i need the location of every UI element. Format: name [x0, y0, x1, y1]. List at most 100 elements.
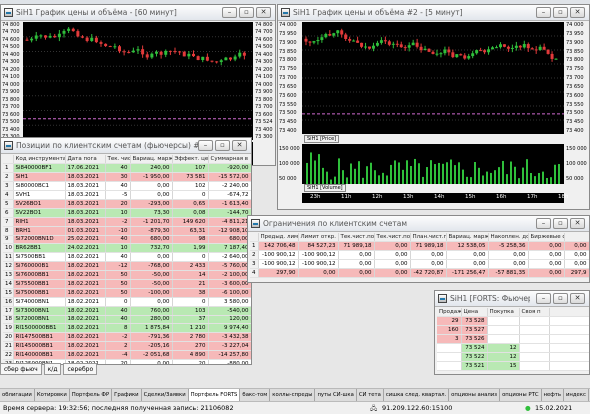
column-header[interactable]: Вариац. маржа — [130, 155, 173, 165]
close-button[interactable]: ✕ — [232, 140, 247, 151]
price-chart[interactable] — [302, 22, 564, 134]
close-button[interactable]: ✕ — [570, 218, 585, 229]
workspace-tab[interactable]: Сделки/Заявки — [142, 389, 189, 401]
table-row[interactable]: 6 SV22BO1 18.03.2021 10 73,30 0,08 -144,70 — [3, 208, 251, 218]
column-header[interactable]: Вариац. маржа — [446, 233, 489, 243]
minimize-button[interactable]: – — [536, 218, 551, 229]
column-header[interactable]: Тек. чист. — [105, 155, 131, 165]
tab-silver[interactable]: серебро — [63, 363, 98, 375]
table-row[interactable]: 20 RI147500BB1 18.02.2021 -2 -791,36 2 780 -3 … — [3, 332, 251, 343]
table-row[interactable]: 1 Si840000BF1 17.06.2021 40 240,00 107 -920,00 — [3, 163, 251, 174]
minimize-button[interactable]: – — [536, 293, 551, 304]
column-header[interactable]: План.чист.поз. — [410, 233, 447, 243]
table-row[interactable]: 160 73 527 — [437, 325, 589, 336]
column-header[interactable]: Накоплен. доход — [488, 233, 529, 243]
maximize-button[interactable]: ▫ — [553, 7, 568, 18]
table-row[interactable]: 16 Si74000BN1 18.02.2021 0 0,00 0 3 580,00 — [3, 297, 251, 307]
column-header[interactable]: Цена — [461, 308, 488, 318]
minimize-button[interactable]: – — [222, 7, 237, 18]
table-row[interactable]: 22 RI140000BB1 18.02.2021 -4 -2 051,68 4 890-… — [3, 350, 251, 360]
close-button[interactable]: ✕ — [570, 293, 585, 304]
workspace-tab[interactable]: СИ тета — [357, 389, 384, 401]
workspace-tab[interactable]: Портфель FORTS — [188, 389, 241, 401]
close-button[interactable]: ✕ — [256, 7, 271, 18]
y-tick-label: 73 750 — [566, 66, 584, 73]
table-row[interactable]: 9 Si72000BN1D 25.02.2021 40 680,00 98 680,00 — [3, 235, 251, 245]
table-row[interactable]: 18 Si72000BN1 18.02.2021 40 280,00 37 120,00 — [3, 315, 251, 325]
workspace-tab[interactable]: облигации — [0, 389, 35, 401]
positions-table[interactable]: Код инструмента Дата пога Тек. чист. Вар… — [3, 155, 251, 364]
workspace-tab[interactable]: Графики — [112, 389, 142, 401]
price-chart[interactable] — [23, 22, 253, 140]
workspace-tab[interactable]: нефть — [542, 389, 564, 401]
workspace-tab[interactable]: индекс — [564, 389, 589, 401]
workspace-tab[interactable]: опционы анализ — [449, 389, 501, 401]
table-row[interactable]: 29 73 528 — [437, 316, 589, 327]
chart-window-60min-titlebar[interactable]: SiH1 График цены и объёма - [60 минут] –… — [1, 5, 275, 21]
chart-window-5min[interactable]: SiH1 График цены и объёма #2 - [5 минут]… — [277, 4, 590, 210]
workspace-tab[interactable]: коллы-спреды — [270, 389, 316, 401]
limits-table[interactable]: Предыд. лимит Лимит откр. п Тек.чист.поз… — [250, 233, 589, 278]
table-row[interactable]: 4 297,90 0,00 0,00 0,00 -42 720,87 -171 256,47… — [250, 268, 589, 278]
maximize-button[interactable]: ▫ — [239, 7, 254, 18]
column-header[interactable]: Покупка — [487, 308, 520, 318]
chart-window-5min-titlebar[interactable]: SiH1 График цены и объёма #2 - [5 минут]… — [278, 5, 589, 21]
table-row[interactable]: 73 522 12 — [437, 352, 589, 362]
candlestick-chart — [23, 27, 253, 126]
maximize-button[interactable]: ▫ — [215, 140, 230, 151]
table-row[interactable]: 73 521 15 — [437, 361, 589, 371]
workspace-tab[interactable]: сишка след. квартал. — [384, 389, 450, 401]
minimize-button[interactable]: – — [198, 140, 213, 151]
table-row[interactable]: 10 BR62BB1 24.02.2021 10 732,70 1,99 7 187,40 — [3, 243, 251, 254]
column-header[interactable]: Дата пога — [65, 155, 106, 165]
tab-sber-fut[interactable]: сбер фьюч — [0, 363, 42, 375]
table-row[interactable]: 11 Si7500BB1 18.02.2021 40 0,00 0 -2 640,00 — [3, 252, 251, 263]
column-header[interactable]: Тек.чист.поз. ( — [374, 233, 411, 243]
table-row[interactable]: 8 BRH1 01.03.2021 -10 -879,30 63,31 -12 908,10 — [3, 226, 251, 236]
table-row[interactable]: 73 524 12 — [437, 343, 589, 353]
column-header[interactable]: Суммарная в — [208, 155, 251, 165]
positions-window-titlebar[interactable]: Позиции по клиентским счетам (фьючерсы) … — [1, 138, 251, 154]
orderbook-window[interactable]: SiH1 [FORTS: Фьючерсы] #2 – ▫ ✕ Продаж Ц… — [434, 290, 590, 375]
table-row[interactable]: 3 Si80000BC1 18.03.2021 40 0,00 102 -2 240,00 — [3, 181, 251, 192]
minimize-button[interactable]: – — [536, 7, 551, 18]
column-header[interactable]: Тек.чист.поз. — [338, 233, 375, 243]
limits-window[interactable]: Ограничения по клиентским счетам – ▫ ✕ П… — [247, 215, 590, 283]
column-header[interactable]: Продаж — [437, 308, 462, 318]
table-row[interactable]: 2 SiH1 18.03.2021 30 -1 950,00 73 581 -15 572,… — [3, 172, 251, 183]
column-header[interactable]: Лимит откр. п — [298, 233, 339, 243]
table-row[interactable]: 1 142 706,48 84 527,23 71 989,18 0,00 71 989,… — [250, 241, 589, 252]
table-row[interactable]: 19 RI1500000BB1 18.02.2021 8 1 875,84 1 210 9 … — [3, 323, 251, 334]
table-row[interactable]: 14 Si75500BB1 18.02.2021 50 -50,00 21 -3 600,0… — [3, 279, 251, 289]
table-row[interactable]: 2 -100 900,12 -100 900,12 0,00 0,00 0,00 0,00 0… — [250, 250, 589, 261]
limits-window-titlebar[interactable]: Ограничения по клиентским счетам – ▫ ✕ — [248, 216, 589, 232]
column-header[interactable]: Предыд. лимит — [258, 233, 299, 243]
workspace-tab[interactable]: путы СИ-шка — [315, 389, 357, 401]
table-cell: 18.02.2021 — [65, 306, 106, 316]
column-header[interactable]: Эффект. цена — [172, 155, 209, 165]
table-row[interactable]: 12 Si760000B1 18.02.2021 -12 -768,00 2 433 -5 … — [3, 261, 251, 272]
tab-kd[interactable]: к/д — [43, 363, 62, 375]
table-row[interactable]: 3 -100 900,12 -100 900,12 0,00 0,00 0,00 0,00 0… — [250, 259, 589, 270]
orderbook-table[interactable]: Продаж Цена Покупка Своя п 29 73 528 160 73… — [437, 308, 589, 371]
column-header[interactable]: Биржевые с — [528, 233, 565, 243]
column-header[interactable]: Код инструмента — [13, 155, 66, 165]
workspace-tab[interactable]: Котировки — [35, 389, 70, 401]
table-row[interactable]: 13 Si76000BB1 18.02.2021 50 -50,00 14 -2 100,0… — [3, 270, 251, 280]
table-row[interactable]: 7 RIH1 18.03.2021 -2 -1 201,70 149 620 -4 811,… — [3, 217, 251, 227]
maximize-button[interactable]: ▫ — [553, 218, 568, 229]
table-row[interactable]: 3 73 526 — [437, 334, 589, 345]
orderbook-window-titlebar[interactable]: SiH1 [FORTS: Фьючерсы] #2 – ▫ ✕ — [435, 291, 589, 307]
close-button[interactable]: ✕ — [570, 7, 585, 18]
workspace-tab[interactable]: опционы РТС — [500, 389, 542, 401]
workspace-tab[interactable]: Портфель ФР — [70, 389, 113, 401]
positions-window[interactable]: Позиции по клиентским счетам (фьючерсы) … — [0, 137, 252, 365]
maximize-button[interactable]: ▫ — [553, 293, 568, 304]
column-header[interactable]: Своя п — [519, 308, 550, 318]
workspace-tab[interactable]: бакс-том — [240, 389, 271, 401]
table-row[interactable]: 4 SVH1 18.03.2021 -5 0,00 0 -674,72 — [3, 190, 251, 200]
table-row[interactable]: 21 RI145000BB1 18.02.2021 2 -205,16 270 -3 227… — [3, 341, 251, 352]
table-row[interactable]: 15 Si75000BB1 18.02.2021 50 -100,00 38 -6 100,… — [3, 288, 251, 298]
table-row[interactable]: 5 SV26BO1 18.03.2021 20 -293,00 0,65 -1 613,40 — [3, 199, 251, 209]
table-row[interactable]: 17 Si73000BN1 18.02.2021 40 760,00 103 -540,00 — [3, 306, 251, 316]
